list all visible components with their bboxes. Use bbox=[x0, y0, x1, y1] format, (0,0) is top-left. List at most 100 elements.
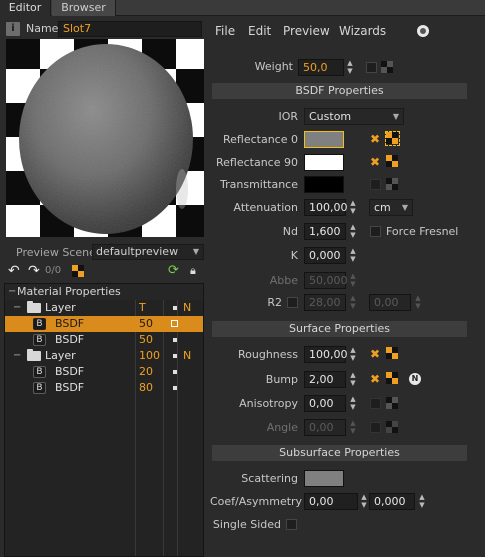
anisotropy-field[interactable]: 0,00 bbox=[304, 395, 346, 412]
tree-row-bsdf[interactable]: B BSDF 80 bbox=[5, 380, 203, 396]
reflectance0-texture-icon[interactable] bbox=[385, 131, 400, 146]
menu-file[interactable]: File bbox=[215, 22, 235, 40]
redo-icon[interactable]: ↷ bbox=[28, 264, 42, 278]
reflectance90-swatch[interactable] bbox=[304, 154, 344, 171]
reflectance90-texture-icon[interactable] bbox=[386, 155, 399, 168]
tab-editor[interactable]: Editor bbox=[0, 0, 51, 16]
visibility-toggle[interactable] bbox=[171, 320, 178, 327]
ior-value: Custom bbox=[309, 110, 352, 123]
angle-spinner[interactable]: ▲ ▼ bbox=[348, 419, 358, 436]
coef-field[interactable]: 0,00 bbox=[304, 493, 358, 510]
force-fresnel-checkbox[interactable] bbox=[370, 226, 381, 237]
coef-spinner[interactable]: ▲ ▼ bbox=[359, 493, 369, 510]
weight-field[interactable]: 50,0 bbox=[298, 59, 344, 76]
transmittance-texture-icon[interactable] bbox=[386, 178, 399, 191]
bump-label: Bump bbox=[265, 373, 298, 386]
visibility-dot[interactable] bbox=[173, 370, 177, 374]
bsdf-properties-header[interactable]: BSDF Properties bbox=[212, 83, 467, 99]
nd-field[interactable]: 1,600 bbox=[304, 223, 346, 240]
collapse-icon[interactable]: − bbox=[13, 300, 21, 316]
collapse-icon[interactable]: − bbox=[13, 348, 21, 364]
r2-field-1[interactable]: 28,00 bbox=[304, 294, 346, 311]
material-preview[interactable] bbox=[6, 39, 204, 237]
anisotropy-texture-icon[interactable] bbox=[386, 397, 399, 410]
visibility-dot[interactable] bbox=[173, 338, 177, 342]
bump-field[interactable]: 2,00 bbox=[304, 371, 346, 388]
asymmetry-spinner[interactable]: ▲ ▼ bbox=[417, 493, 427, 510]
ior-select[interactable]: Custom ▼ bbox=[304, 108, 404, 125]
undo-icon[interactable]: ↶ bbox=[8, 264, 22, 278]
visibility-dot[interactable] bbox=[173, 386, 177, 390]
close-icon[interactable]: ✖ bbox=[370, 133, 380, 145]
subsurface-properties-header[interactable]: Subsurface Properties bbox=[212, 445, 467, 461]
tree-row-layer[interactable]: − Layer 100 N bbox=[5, 348, 203, 364]
angle-texture-icon[interactable] bbox=[386, 421, 399, 434]
menu-preview[interactable]: Preview bbox=[283, 22, 330, 40]
visibility-dot[interactable] bbox=[173, 354, 177, 358]
preview-scene-select[interactable]: defaultpreview ▼ bbox=[92, 244, 204, 260]
anisotropy-checkbox[interactable] bbox=[370, 398, 381, 409]
texture-checker-icon[interactable] bbox=[72, 265, 85, 278]
abbe-field[interactable]: 50,000 bbox=[304, 272, 348, 289]
tree-row-bsdf[interactable]: B BSDF 50 bbox=[5, 316, 203, 332]
scattering-swatch[interactable] bbox=[304, 470, 344, 487]
refresh-icon[interactable]: ⟳ bbox=[168, 264, 179, 278]
tree-row-t-value[interactable]: 50 bbox=[139, 316, 153, 332]
surface-properties-header[interactable]: Surface Properties bbox=[212, 321, 467, 337]
attenuation-spinner[interactable]: ▲ ▼ bbox=[348, 199, 358, 216]
abbe-spinner[interactable]: ▲ ▼ bbox=[348, 272, 358, 289]
attenuation-field[interactable]: 100,00 bbox=[304, 199, 348, 216]
attenuation-unit-select[interactable]: cm ▼ bbox=[369, 199, 413, 216]
chevron-down-icon: ▼ bbox=[392, 112, 399, 121]
asymmetry-field[interactable]: 0,000 bbox=[369, 493, 415, 510]
weight-spinner[interactable]: ▲ ▼ bbox=[345, 59, 355, 76]
roughness-field[interactable]: 100,00 bbox=[304, 346, 348, 363]
tree-row-layer[interactable]: − Layer T N bbox=[5, 300, 203, 316]
roughness-spinner[interactable]: ▲ ▼ bbox=[348, 346, 358, 363]
bump-spinner[interactable]: ▲ ▼ bbox=[348, 371, 358, 388]
collapse-icon[interactable]: − bbox=[8, 284, 16, 300]
tree-row-t-value[interactable]: 100 bbox=[139, 348, 160, 364]
reflectance0-swatch[interactable] bbox=[304, 131, 344, 148]
bsdf-icon: B bbox=[33, 318, 46, 330]
single-sided-checkbox[interactable] bbox=[286, 519, 297, 530]
r2-spinner-2[interactable]: ▲ ▼ bbox=[413, 294, 423, 311]
tree-row-bsdf[interactable]: B BSDF 50 bbox=[5, 332, 203, 348]
angle-field[interactable]: 0,00 bbox=[304, 419, 346, 436]
scattering-label: Scattering bbox=[241, 472, 298, 485]
transmittance-label: Transmittance bbox=[220, 178, 298, 191]
name-field[interactable]: Slot7 bbox=[58, 21, 202, 37]
tree-row-n-value[interactable]: N bbox=[183, 348, 191, 364]
menu-wizards[interactable]: Wizards bbox=[339, 22, 386, 40]
r2-spinner-1[interactable]: ▲ ▼ bbox=[348, 294, 358, 311]
coef-asymmetry-label: Coef/Asymmetry bbox=[210, 495, 303, 508]
anisotropy-spinner[interactable]: ▲ ▼ bbox=[348, 395, 358, 412]
visibility-dot[interactable] bbox=[173, 306, 177, 310]
nd-spinner[interactable]: ▲ ▼ bbox=[348, 223, 358, 240]
weight-texture-icon[interactable] bbox=[381, 61, 394, 74]
roughness-texture-icon[interactable] bbox=[386, 347, 399, 360]
r2-field-2[interactable]: 0,00 bbox=[369, 294, 411, 311]
close-icon[interactable]: ✖ bbox=[370, 348, 380, 360]
k-field[interactable]: 0,000 bbox=[304, 247, 346, 264]
transmittance-checkbox[interactable] bbox=[370, 179, 381, 190]
close-icon[interactable]: ✖ bbox=[370, 156, 380, 168]
lock-icon[interactable]: 🔒︎ bbox=[190, 264, 196, 278]
weight-checkbox[interactable] bbox=[366, 62, 377, 73]
bump-texture-icon[interactable] bbox=[386, 372, 399, 385]
tree-row-t-value[interactable]: 50 bbox=[139, 332, 153, 348]
tree-row-t-value[interactable]: 20 bbox=[139, 364, 153, 380]
transmittance-swatch[interactable] bbox=[304, 176, 344, 193]
name-label: Name bbox=[26, 22, 59, 35]
close-icon[interactable]: ✖ bbox=[370, 373, 380, 385]
tree-row-label: BSDF bbox=[55, 317, 85, 330]
k-spinner[interactable]: ▲ ▼ bbox=[348, 247, 358, 264]
tree-row-t-value[interactable]: 80 bbox=[139, 380, 153, 396]
tree-row-bsdf[interactable]: B BSDF 20 bbox=[5, 364, 203, 380]
normal-map-icon[interactable]: N bbox=[409, 373, 421, 385]
tab-browser[interactable]: Browser bbox=[52, 0, 116, 16]
angle-checkbox[interactable] bbox=[370, 422, 381, 433]
menu-edit[interactable]: Edit bbox=[248, 22, 271, 40]
globe-icon[interactable] bbox=[417, 25, 429, 37]
r2-checkbox[interactable] bbox=[287, 297, 298, 308]
